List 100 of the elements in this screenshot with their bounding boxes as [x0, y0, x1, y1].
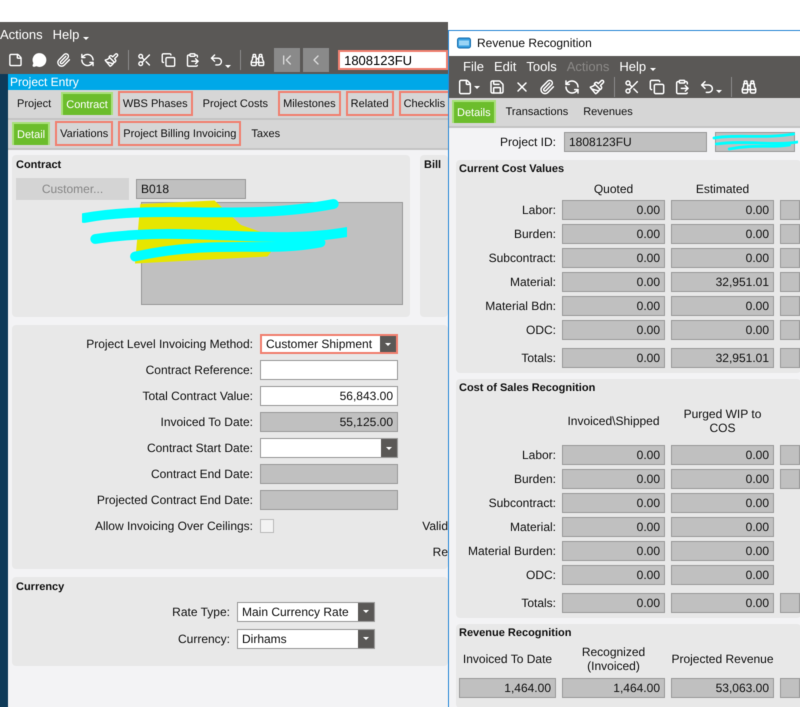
- menu-item[interactable]: Tools: [526, 58, 557, 74]
- read-only-field: 0.00: [671, 296, 774, 316]
- tab[interactable]: Variations: [55, 121, 114, 146]
- field-label: ODC:: [526, 323, 556, 337]
- field-label: Contract Reference:: [146, 363, 253, 377]
- checkbox[interactable]: [260, 519, 274, 533]
- read-only-field: 0.00: [562, 248, 665, 268]
- copy-icon[interactable]: [161, 52, 176, 68]
- window-header: Project Entry: [8, 74, 448, 90]
- read-only-field: 0.00: [562, 320, 665, 340]
- field-label: Material:: [510, 520, 556, 534]
- field-label: Totals:: [521, 351, 556, 365]
- read-only-field: 32,951.01: [671, 272, 774, 292]
- dropdown[interactable]: [260, 438, 398, 458]
- read-only-field: 0.00: [562, 565, 665, 585]
- field-label: Re: [432, 545, 448, 559]
- tab[interactable]: Related: [346, 91, 394, 116]
- dropdown[interactable]: Main Currency Rate: [237, 602, 375, 622]
- undo-icon[interactable]: [699, 79, 715, 96]
- paste-icon[interactable]: [185, 52, 200, 68]
- paste-icon[interactable]: [674, 79, 690, 96]
- binoculars-icon[interactable]: [741, 79, 757, 96]
- save-icon[interactable]: [489, 79, 505, 96]
- project-id-field[interactable]: 1808123FU: [564, 132, 707, 152]
- section-heading: Current Cost Values: [459, 163, 566, 176]
- customer-id-field[interactable]: B018: [136, 179, 246, 199]
- field-label: Currency:: [178, 632, 230, 646]
- read-only-field: 0.00: [562, 224, 665, 244]
- comment-icon[interactable]: [32, 52, 47, 68]
- refresh-icon[interactable]: [564, 79, 580, 96]
- read-only-field: 1,464.00: [459, 678, 556, 698]
- read-only-field: [780, 678, 800, 698]
- caret-icon: [716, 90, 722, 93]
- read-only-field: 0.00: [671, 200, 774, 220]
- tab[interactable]: Project Billing Invoicing: [118, 121, 242, 146]
- read-only-field: 0.00: [562, 296, 665, 316]
- caret-icon: [225, 65, 232, 68]
- caret-icon: [386, 446, 392, 450]
- brush-icon[interactable]: [589, 79, 605, 96]
- tab[interactable]: Taxes: [246, 121, 286, 146]
- dropdown[interactable]: Customer Shipment: [260, 334, 398, 354]
- field-label: Projected Contract End Date:: [96, 493, 253, 507]
- field-label: Invoiced To Date:: [160, 415, 253, 429]
- field-label: Contract End Date:: [150, 467, 253, 481]
- caret-icon: [363, 610, 369, 613]
- field-label: Material Bdn:: [485, 299, 556, 313]
- tab[interactable]: Milestones: [278, 91, 341, 116]
- read-only-field: 0.00: [562, 200, 665, 220]
- column-header: Projected Revenue: [671, 652, 774, 666]
- menu-item[interactable]: Help: [619, 58, 646, 74]
- field-label: Rate Type:: [172, 604, 230, 618]
- read-only-field: 55,125.00: [260, 412, 398, 432]
- scissors-icon[interactable]: [624, 79, 640, 96]
- read-only-field: 0.00: [671, 541, 774, 561]
- note-icon[interactable]: [8, 52, 23, 68]
- read-only-field: 0.00: [671, 493, 774, 513]
- menu-item[interactable]: File: [463, 58, 484, 74]
- paperclip-icon[interactable]: [539, 79, 555, 96]
- copy-icon[interactable]: [649, 79, 665, 96]
- menu-item[interactable]: Edit: [494, 58, 516, 74]
- read-only-field: 32,951.01: [671, 348, 774, 368]
- tab[interactable]: WBS Phases: [118, 91, 193, 116]
- read-only-field: 0.00: [671, 517, 774, 537]
- field-label: Total Contract Value:: [142, 389, 253, 403]
- read-only-field: 0.00: [671, 469, 774, 489]
- brush-icon[interactable]: [104, 52, 119, 68]
- undo-icon[interactable]: [209, 52, 224, 68]
- caret-icon: [385, 342, 391, 346]
- binoculars-icon[interactable]: [250, 52, 265, 68]
- field-label: Totals:: [521, 596, 556, 610]
- tab[interactable]: Project: [12, 91, 56, 116]
- read-only-field: 0.00: [671, 320, 774, 340]
- paperclip-icon[interactable]: [56, 52, 71, 68]
- new-file-icon[interactable]: [457, 79, 473, 96]
- field-label: Material:: [510, 275, 556, 289]
- tab[interactable]: Project Costs: [198, 91, 274, 116]
- column-header: Estimated: [694, 182, 750, 196]
- first-record-button[interactable]: [274, 48, 300, 72]
- dropdown[interactable]: Dirhams: [237, 628, 375, 648]
- read-only-field: 0.00: [671, 593, 774, 613]
- read-only-field: 0.00: [671, 248, 774, 268]
- menu-item[interactable]: Help: [52, 26, 80, 42]
- caret-icon: [83, 37, 90, 40]
- field-label: Valid: [422, 519, 448, 533]
- field-label: Burden:: [514, 227, 556, 241]
- refresh-icon[interactable]: [80, 52, 95, 68]
- column-header: Quoted: [592, 182, 634, 196]
- text-field[interactable]: [260, 360, 398, 380]
- tab[interactable]: Transactions: [500, 99, 574, 124]
- field-label: Project Level Invoicing Method:: [86, 337, 253, 351]
- record-field[interactable]: 1808123FU: [338, 50, 448, 70]
- read-only-field: 0.00: [562, 517, 665, 537]
- text-field[interactable]: 56,843.00: [260, 386, 398, 406]
- read-only-field: 1,464.00: [562, 678, 665, 698]
- scissors-icon[interactable]: [137, 52, 152, 68]
- field-label: Burden:: [514, 472, 556, 486]
- caret-icon: [474, 86, 480, 89]
- tab[interactable]: Revenues: [578, 99, 638, 124]
- section-heading: Cost of Sales Recognition: [459, 382, 596, 395]
- menu-item[interactable]: Actions: [0, 26, 43, 42]
